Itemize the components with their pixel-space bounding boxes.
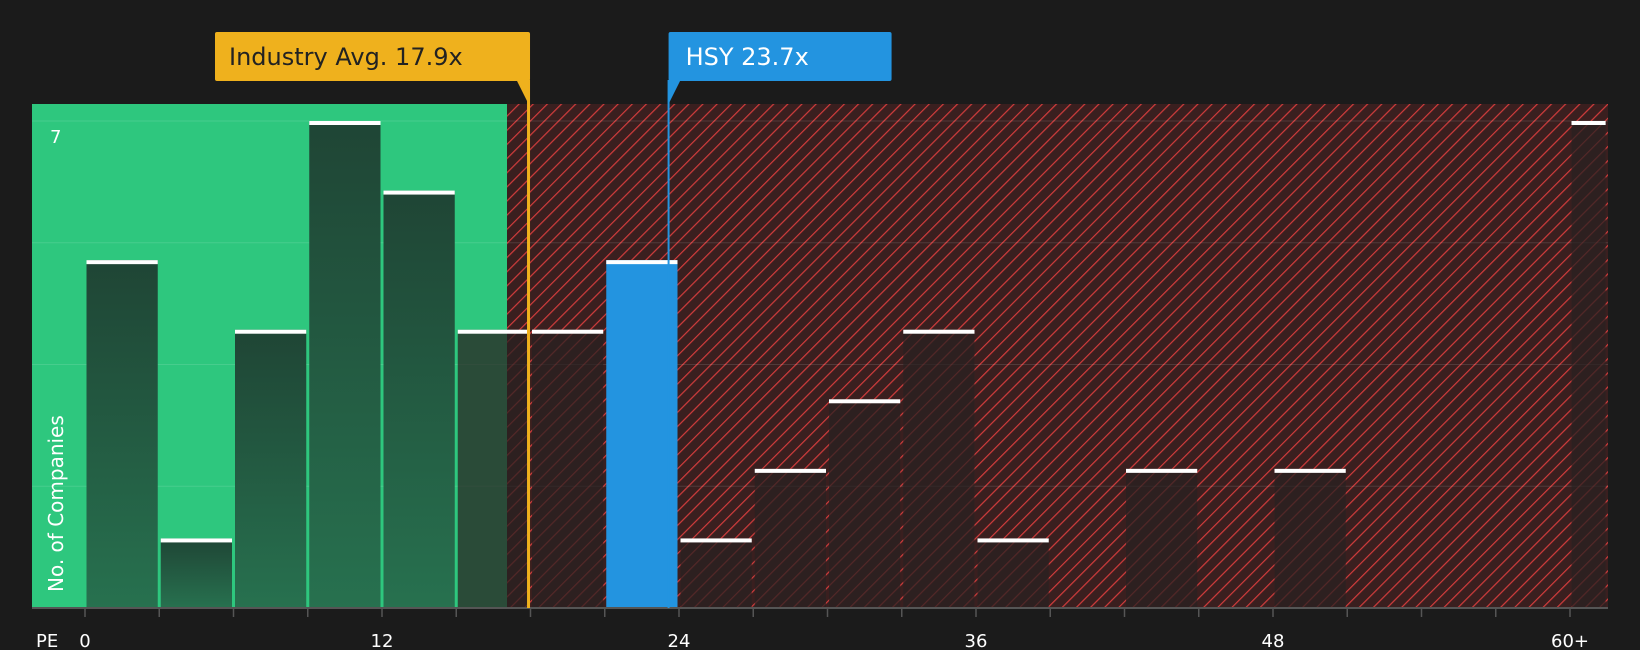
histogram-bar: [829, 399, 901, 608]
histogram-bar-top: [1571, 121, 1606, 125]
histogram-bar: [383, 190, 455, 609]
histogram-bar: [1274, 468, 1346, 608]
histogram-bar-top: [1274, 468, 1346, 473]
x-tick-label: 0: [79, 631, 90, 650]
histogram-bar-top: [532, 329, 604, 334]
histogram-bar: [1571, 121, 1606, 608]
x-tick-label: 36: [965, 631, 988, 650]
y-axis-label: No. of Companies: [44, 415, 68, 592]
histogram-bar: [606, 260, 678, 608]
histogram-bar: [1126, 468, 1198, 608]
chart-svg: 0 12 24 36 48 60+ Industry Avg. 17.9x HSY 23.7…: [32, 32, 1608, 650]
histogram-bar-top: [1126, 468, 1198, 473]
histogram-bar-top: [457, 329, 529, 334]
x-tick-label: 12: [371, 631, 394, 650]
histogram-bar: [754, 468, 826, 608]
histogram-bar: [680, 538, 752, 608]
histogram-bar-top: [903, 329, 975, 334]
histogram-bar: [457, 329, 529, 608]
pe-distribution-chart: 0 12 24 36 48 60+ Industry Avg. 17.9x HSY 23.7…: [0, 0, 1640, 650]
histogram-bar: [977, 538, 1049, 608]
histogram-bar-top: [829, 399, 901, 404]
histogram-bar-top: [86, 260, 158, 265]
x-tick-label: 48: [1262, 631, 1285, 650]
histogram-bar: [235, 329, 307, 608]
histogram-bar-top: [754, 468, 826, 473]
histogram-bar-top: [309, 121, 381, 125]
company-pointer: [668, 80, 681, 104]
x-axis: 0 12 24 36 48 60+: [32, 607, 1608, 650]
histogram-bar-top: [977, 538, 1049, 543]
histogram-bar-top: [606, 260, 678, 265]
histogram-bar: [903, 329, 975, 608]
x-tick-label: 60+: [1551, 631, 1589, 650]
histogram-bar: [86, 260, 158, 608]
x-axis-label: PE: [36, 631, 58, 650]
y-max-tick-label: 7: [50, 127, 61, 148]
histogram-bar-top: [383, 190, 455, 195]
industry-avg-pointer: [516, 80, 529, 104]
company-label: HSY 23.7x: [686, 43, 809, 71]
histogram-bar: [160, 538, 232, 608]
industry-avg-label: Industry Avg. 17.9x: [229, 43, 463, 71]
histogram-bar: [309, 121, 381, 608]
histogram-bar-top: [235, 329, 307, 334]
x-tick-label: 24: [668, 631, 691, 650]
histogram-bar-top: [680, 538, 752, 543]
histogram-bar: [532, 329, 604, 608]
histogram-bar-top: [160, 538, 232, 543]
